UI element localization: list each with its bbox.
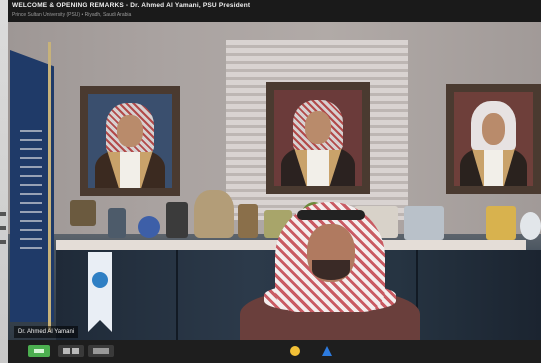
trophy	[166, 202, 188, 238]
layout-icon	[93, 348, 109, 354]
trophy	[108, 208, 126, 238]
meeting-toolbar	[8, 340, 541, 363]
gallery-icon	[63, 348, 79, 354]
award-shield	[194, 190, 234, 238]
award-frame	[486, 206, 516, 240]
share-icon	[322, 346, 332, 356]
edge-marker	[0, 226, 6, 230]
speaker	[240, 202, 420, 340]
green-indicator-button[interactable]	[28, 345, 50, 357]
status-indicator-icon	[34, 349, 44, 353]
portrait-center	[266, 82, 370, 194]
more-options-button[interactable]	[88, 345, 114, 357]
flag-pole	[48, 42, 51, 332]
edge-marker	[0, 212, 6, 216]
meeting-title: WELCOME & OPENING REMARKS - Dr. Ahmed Al…	[12, 2, 251, 9]
participant-name-tag: Dr. Ahmed Al Yamani	[14, 326, 79, 338]
meeting-title-bar: WELCOME & OPENING REMARKS - Dr. Ahmed Al…	[8, 0, 541, 22]
portrait-left	[80, 86, 180, 196]
university-banner	[88, 252, 112, 332]
meeting-subtitle: Prince Sultan University (PSU) • Riyadh,…	[12, 12, 132, 18]
meeting-window: WELCOME & OPENING REMARKS - Dr. Ahmed Al…	[8, 0, 541, 363]
edge-marker	[0, 240, 6, 244]
gallery-view-button[interactable]	[58, 345, 84, 357]
reactions-button[interactable]	[288, 345, 302, 357]
speaker-video[interactable]: Dr. Ahmed Al Yamani	[8, 22, 541, 340]
award-frame	[70, 200, 96, 226]
hand-icon	[290, 346, 300, 356]
background-window-edge	[0, 0, 8, 363]
trophy	[520, 212, 541, 240]
portrait-right	[446, 84, 541, 194]
share-button[interactable]	[320, 345, 334, 357]
trophy	[138, 216, 160, 238]
